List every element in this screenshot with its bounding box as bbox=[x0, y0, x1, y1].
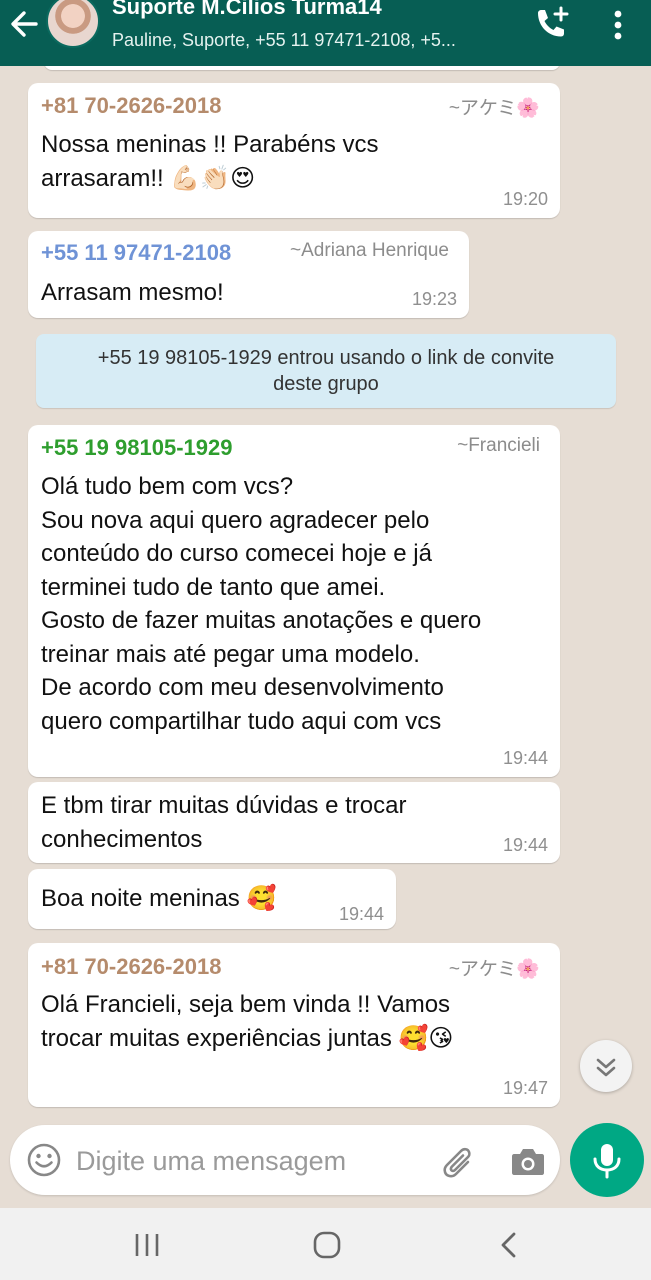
sender-pushname: ~アケミ🌸 bbox=[448, 98, 540, 119]
message-text: E tbm tirar muitas dúvidas e trocar conh… bbox=[41, 792, 407, 853]
message-bubble[interactable]: +55 11 97471-2108 ~Adriana Henrique Arra… bbox=[28, 231, 469, 318]
avatar[interactable] bbox=[46, 0, 100, 48]
message-text: Boa noite meninas 🥰 bbox=[41, 885, 277, 912]
voice-record-button[interactable] bbox=[570, 1123, 644, 1197]
sender-pushname: ~Francieli bbox=[457, 435, 540, 456]
nav-recent-icon bbox=[135, 1234, 159, 1256]
attach-button[interactable] bbox=[438, 1142, 478, 1180]
back-nav-button[interactable] bbox=[492, 1228, 526, 1262]
message-time: 19:47 bbox=[502, 1078, 548, 1098]
system-nav-bar bbox=[0, 1208, 651, 1280]
message-bubble[interactable]: +55 19 98105-1929 ~Francieli Olá tudo be… bbox=[28, 425, 560, 777]
nav-back-icon bbox=[501, 1232, 516, 1258]
message-text: Olá tudo bem com vcs? Sou nova aqui quer… bbox=[41, 473, 482, 735]
message-time: 19:44 bbox=[502, 748, 548, 768]
emoji-button[interactable] bbox=[26, 1142, 62, 1178]
sender-phone[interactable]: +55 19 98105-1929 bbox=[41, 435, 232, 461]
group-members[interactable]: Pauline, Suporte, +55 11 97471-2108, +5.… bbox=[112, 30, 456, 51]
message-text: Olá Francieli, seja bem vinda !! Vamos t… bbox=[41, 991, 454, 1052]
nav-home-icon bbox=[313, 1231, 341, 1259]
sender-pushname: ~アケミ🌸 bbox=[448, 959, 540, 980]
sender-phone[interactable]: +55 11 97471-2108 bbox=[41, 240, 231, 266]
emoji-icon bbox=[27, 1143, 61, 1177]
message-text: Nossa meninas !! Parabéns vcs arrasaram!… bbox=[41, 131, 379, 192]
message-bubble-partial[interactable] bbox=[44, 66, 560, 70]
add-call-icon bbox=[538, 6, 569, 37]
camera-button[interactable] bbox=[508, 1142, 548, 1180]
sender-phone[interactable]: +81 70-2626-2018 bbox=[41, 93, 221, 119]
sender-phone[interactable]: +81 70-2626-2018 bbox=[41, 954, 221, 980]
mic-icon bbox=[593, 1144, 621, 1179]
recent-apps-button[interactable] bbox=[130, 1230, 164, 1260]
scroll-to-bottom-button[interactable] bbox=[580, 1040, 632, 1092]
chat-area[interactable]: +81 70-2626-2018 ~アケミ🌸 Nossa meninas !! … bbox=[0, 66, 651, 1124]
attach-icon bbox=[443, 1147, 471, 1178]
back-button[interactable] bbox=[6, 6, 46, 42]
message-composer bbox=[10, 1125, 560, 1195]
back-arrow-icon bbox=[11, 11, 38, 37]
message-time: 19:20 bbox=[502, 189, 548, 209]
message-text: Arrasam mesmo! bbox=[41, 279, 224, 306]
message-time: 19:23 bbox=[411, 289, 457, 309]
message-time: 19:44 bbox=[338, 904, 384, 924]
chat-header: Suporte M.Cilios Turma14 Pauline, Suport… bbox=[0, 0, 651, 66]
message-input[interactable] bbox=[76, 1143, 426, 1179]
message-bubble[interactable]: +81 70-2626-2018 ~アケミ🌸 Olá Francieli, se… bbox=[28, 943, 560, 1107]
add-call-button[interactable] bbox=[528, 4, 572, 44]
camera-icon bbox=[512, 1149, 544, 1175]
more-options-button[interactable] bbox=[600, 6, 636, 46]
sender-pushname: ~Adriana Henrique bbox=[290, 240, 449, 261]
group-title[interactable]: Suporte M.Cilios Turma14 bbox=[112, 0, 382, 20]
scroll-down-icon bbox=[596, 1058, 616, 1077]
message-bubble[interactable]: Boa noite meninas 🥰 19:44 bbox=[28, 869, 396, 929]
more-vert-icon bbox=[614, 10, 622, 40]
home-button[interactable] bbox=[310, 1228, 344, 1262]
message-time: 19:44 bbox=[502, 835, 548, 855]
message-bubble[interactable]: +81 70-2626-2018 ~アケミ🌸 Nossa meninas !! … bbox=[28, 83, 560, 218]
message-bubble[interactable]: E tbm tirar muitas dúvidas e trocar conh… bbox=[28, 782, 560, 863]
system-message: +55 19 98105-1929 entrou usando o link d… bbox=[36, 334, 616, 408]
